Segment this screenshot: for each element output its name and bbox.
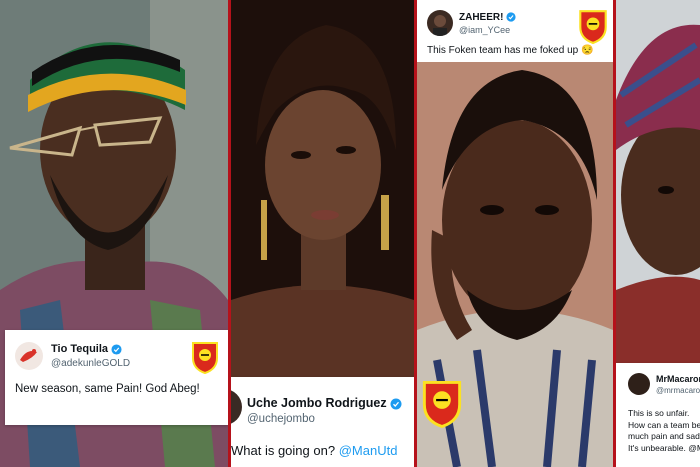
manchester-united-crest-icon bbox=[577, 8, 609, 45]
verified-badge-icon bbox=[506, 12, 517, 22]
tweet-text: This is so unfair. How can a team be muc… bbox=[628, 408, 700, 454]
avatar[interactable] bbox=[427, 10, 453, 36]
display-name[interactable]: Tio Tequila bbox=[51, 343, 122, 355]
verified-badge-icon bbox=[111, 344, 122, 355]
avatar[interactable] bbox=[15, 342, 43, 370]
manchester-united-crest-icon bbox=[419, 378, 465, 429]
user-handle[interactable]: @iam_YCee bbox=[459, 25, 510, 35]
photo-panel-1: Tio Tequila @adekunleGOLD New season, sa… bbox=[0, 0, 228, 467]
tweet-card-3[interactable]: ZAHEER! @iam_YCee This Foken team has me… bbox=[417, 0, 613, 62]
avatar[interactable] bbox=[628, 373, 650, 395]
avatar[interactable] bbox=[231, 389, 242, 425]
tweet-text: New season, same Pain! God Abeg! bbox=[15, 383, 200, 395]
tweet-card-4[interactable]: MrMacaron @mrmacaro This is so unfair. H… bbox=[616, 363, 700, 467]
tweet-text-line: How can a team be bbox=[628, 419, 700, 430]
verified-badge-icon bbox=[390, 398, 402, 410]
display-name[interactable]: Uche Jombo Rodriguez bbox=[247, 396, 402, 410]
tweet-card-2[interactable]: Uche Jombo Rodriguez @uchejombo What is … bbox=[231, 377, 414, 467]
tweet-text: What is going on? @ManUtd bbox=[231, 443, 397, 458]
photo-panel-2: Uche Jombo Rodriguez @uchejombo What is … bbox=[231, 0, 414, 467]
tweet-text-line: It's unbearable. @M bbox=[628, 442, 700, 453]
photo-panel-4: MrMacaron @mrmacaro This is so unfair. H… bbox=[616, 0, 700, 467]
unamused-emoji-icon: 😒 bbox=[580, 45, 594, 56]
tweet-card-1[interactable]: Tio Tequila @adekunleGOLD New season, sa… bbox=[5, 330, 228, 425]
photo-panel-3: ZAHEER! @iam_YCee This Foken team has me… bbox=[417, 0, 613, 467]
user-handle[interactable]: @adekunleGOLD bbox=[51, 358, 130, 369]
display-name[interactable]: MrMacaron bbox=[656, 374, 700, 384]
user-handle[interactable]: @mrmacaro bbox=[656, 386, 700, 395]
display-name[interactable]: ZAHEER! bbox=[459, 12, 517, 23]
mention-link[interactable]: @ManUtd bbox=[339, 443, 398, 458]
tweet-text-line: much pain and sadr bbox=[628, 431, 700, 441]
tweet-text-main: What is going on? bbox=[231, 443, 336, 458]
tweet-text: This Foken team has me foked up 😒 bbox=[427, 45, 594, 56]
manchester-united-crest-icon bbox=[190, 340, 220, 375]
user-handle[interactable]: @uchejombo bbox=[247, 413, 315, 425]
tweet-text-line: This is so unfair. bbox=[628, 408, 690, 418]
